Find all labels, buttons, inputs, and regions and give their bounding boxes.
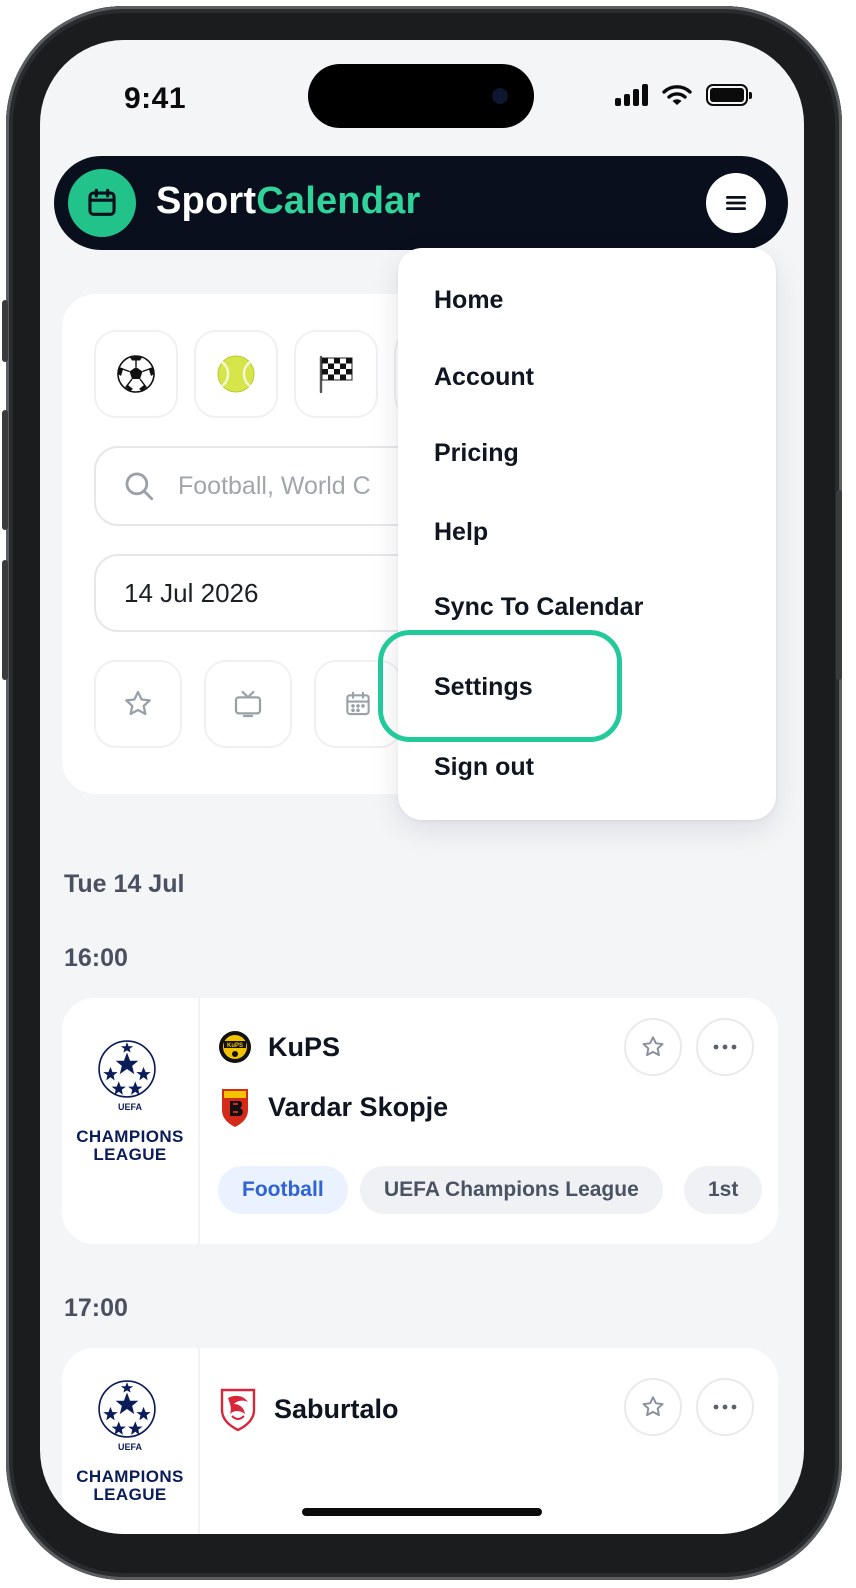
dynamic-island — [308, 64, 534, 128]
vardar-crest-icon — [218, 1088, 252, 1127]
kups-crest-icon: KuPS — [218, 1028, 252, 1066]
app-title-sport: Sport — [156, 180, 257, 222]
search-icon — [125, 472, 154, 501]
home-indicator[interactable] — [302, 1508, 542, 1516]
hamburger-icon — [726, 196, 746, 210]
menu-item-settings[interactable]: Settings — [434, 673, 533, 702]
saburtalo-crest-icon — [218, 1386, 258, 1432]
team-name-home: Saburtalo — [274, 1393, 399, 1424]
menu-item-help[interactable]: Help — [434, 518, 488, 547]
tag-sport[interactable]: Football — [218, 1166, 348, 1214]
champions-league-ball-icon — [98, 1380, 156, 1438]
menu-item-home[interactable]: Home — [434, 286, 503, 315]
action-button — [2, 300, 8, 362]
menu-item-pricing[interactable]: Pricing — [434, 439, 519, 468]
tv-filter-button[interactable] — [204, 660, 292, 748]
champions-league-logo: UEFA CHAMPIONS LEAGUE — [62, 998, 198, 1244]
menu-button[interactable] — [706, 173, 766, 233]
sport-filter-motorsport[interactable] — [294, 330, 378, 418]
svg-text:KuPS: KuPS — [227, 1043, 243, 1049]
league-text-uefa: UEFA — [117, 1442, 142, 1452]
more-horizontal-icon — [713, 1044, 737, 1050]
sport-filter-football[interactable] — [94, 330, 178, 418]
tv-icon — [234, 690, 262, 718]
league-text-uefa: UEFA — [117, 1102, 142, 1112]
power-button — [836, 490, 842, 680]
tennis-ball-icon — [217, 355, 255, 393]
league-text-league: LEAGUE — [93, 1145, 167, 1164]
tag-round[interactable]: 1st — [684, 1166, 763, 1214]
card-divider — [198, 1348, 200, 1534]
calendar-logo-icon[interactable] — [68, 169, 136, 237]
app-title: SportCalendar — [156, 180, 420, 223]
app-screen: 9:41 SportCalendar Football, World C 14 … — [40, 40, 804, 1534]
date-value: 14 Jul 2026 — [124, 577, 259, 608]
day-label: Tue 14 Jul — [64, 870, 185, 898]
more-options-button[interactable] — [696, 1018, 754, 1076]
league-text-champions: CHAMPIONS — [76, 1467, 184, 1486]
favorite-match-button[interactable] — [624, 1018, 682, 1076]
volume-up-button — [2, 410, 8, 530]
status-icons — [615, 84, 752, 106]
menu-item-sync-to-calendar[interactable]: Sync To Calendar — [434, 593, 643, 622]
match-card[interactable]: UEFA CHAMPIONS LEAGUE Saburtalo — [62, 1348, 778, 1534]
league-text-champions: CHAMPIONS — [76, 1127, 184, 1146]
match-card[interactable]: UEFA CHAMPIONS LEAGUE KuPS KuPS Vardar S… — [62, 998, 778, 1244]
favorite-match-button[interactable] — [624, 1378, 682, 1436]
card-divider — [198, 998, 200, 1244]
volume-down-button — [2, 560, 8, 680]
team-name-home: KuPS — [268, 1031, 341, 1062]
star-icon — [642, 1036, 664, 1057]
star-icon — [125, 690, 151, 716]
team-name-away: Vardar Skopje — [268, 1091, 449, 1122]
calendar-icon — [346, 691, 370, 716]
battery-icon — [706, 84, 752, 106]
cellular-signal-icon — [615, 84, 648, 106]
team-row-away: Vardar Skopje — [218, 1088, 449, 1127]
champions-league-logo: UEFA CHAMPIONS LEAGUE — [62, 1348, 198, 1534]
team-row-home: KuPS KuPS — [218, 1028, 340, 1066]
checkered-flag-icon — [319, 355, 353, 394]
more-horizontal-icon — [713, 1404, 737, 1410]
app-header: SportCalendar — [54, 156, 788, 250]
soccer-ball-icon — [117, 355, 155, 393]
time-label: 17:00 — [64, 1294, 128, 1322]
more-options-button[interactable] — [696, 1378, 754, 1436]
team-row-home: Saburtalo — [218, 1386, 399, 1432]
tag-competition[interactable]: UEFA Champions League — [360, 1166, 663, 1214]
menu-item-sign-out[interactable]: Sign out — [434, 753, 534, 782]
app-title-calendar: Calendar — [256, 180, 421, 222]
favorites-filter-button[interactable] — [94, 660, 182, 748]
wifi-icon — [662, 85, 692, 105]
search-placeholder: Football, World C — [178, 471, 371, 500]
sport-filter-tennis[interactable] — [194, 330, 278, 418]
time-label: 16:00 — [64, 944, 128, 972]
status-time: 9:41 — [124, 82, 187, 115]
league-text-league: LEAGUE — [93, 1485, 167, 1504]
menu-item-account[interactable]: Account — [434, 363, 534, 392]
calendar-filter-button[interactable] — [314, 660, 402, 748]
champions-league-ball-icon — [98, 1040, 156, 1098]
star-icon — [642, 1396, 664, 1417]
navigation-menu: Home Account Pricing Help Sync To Calend… — [398, 248, 776, 820]
